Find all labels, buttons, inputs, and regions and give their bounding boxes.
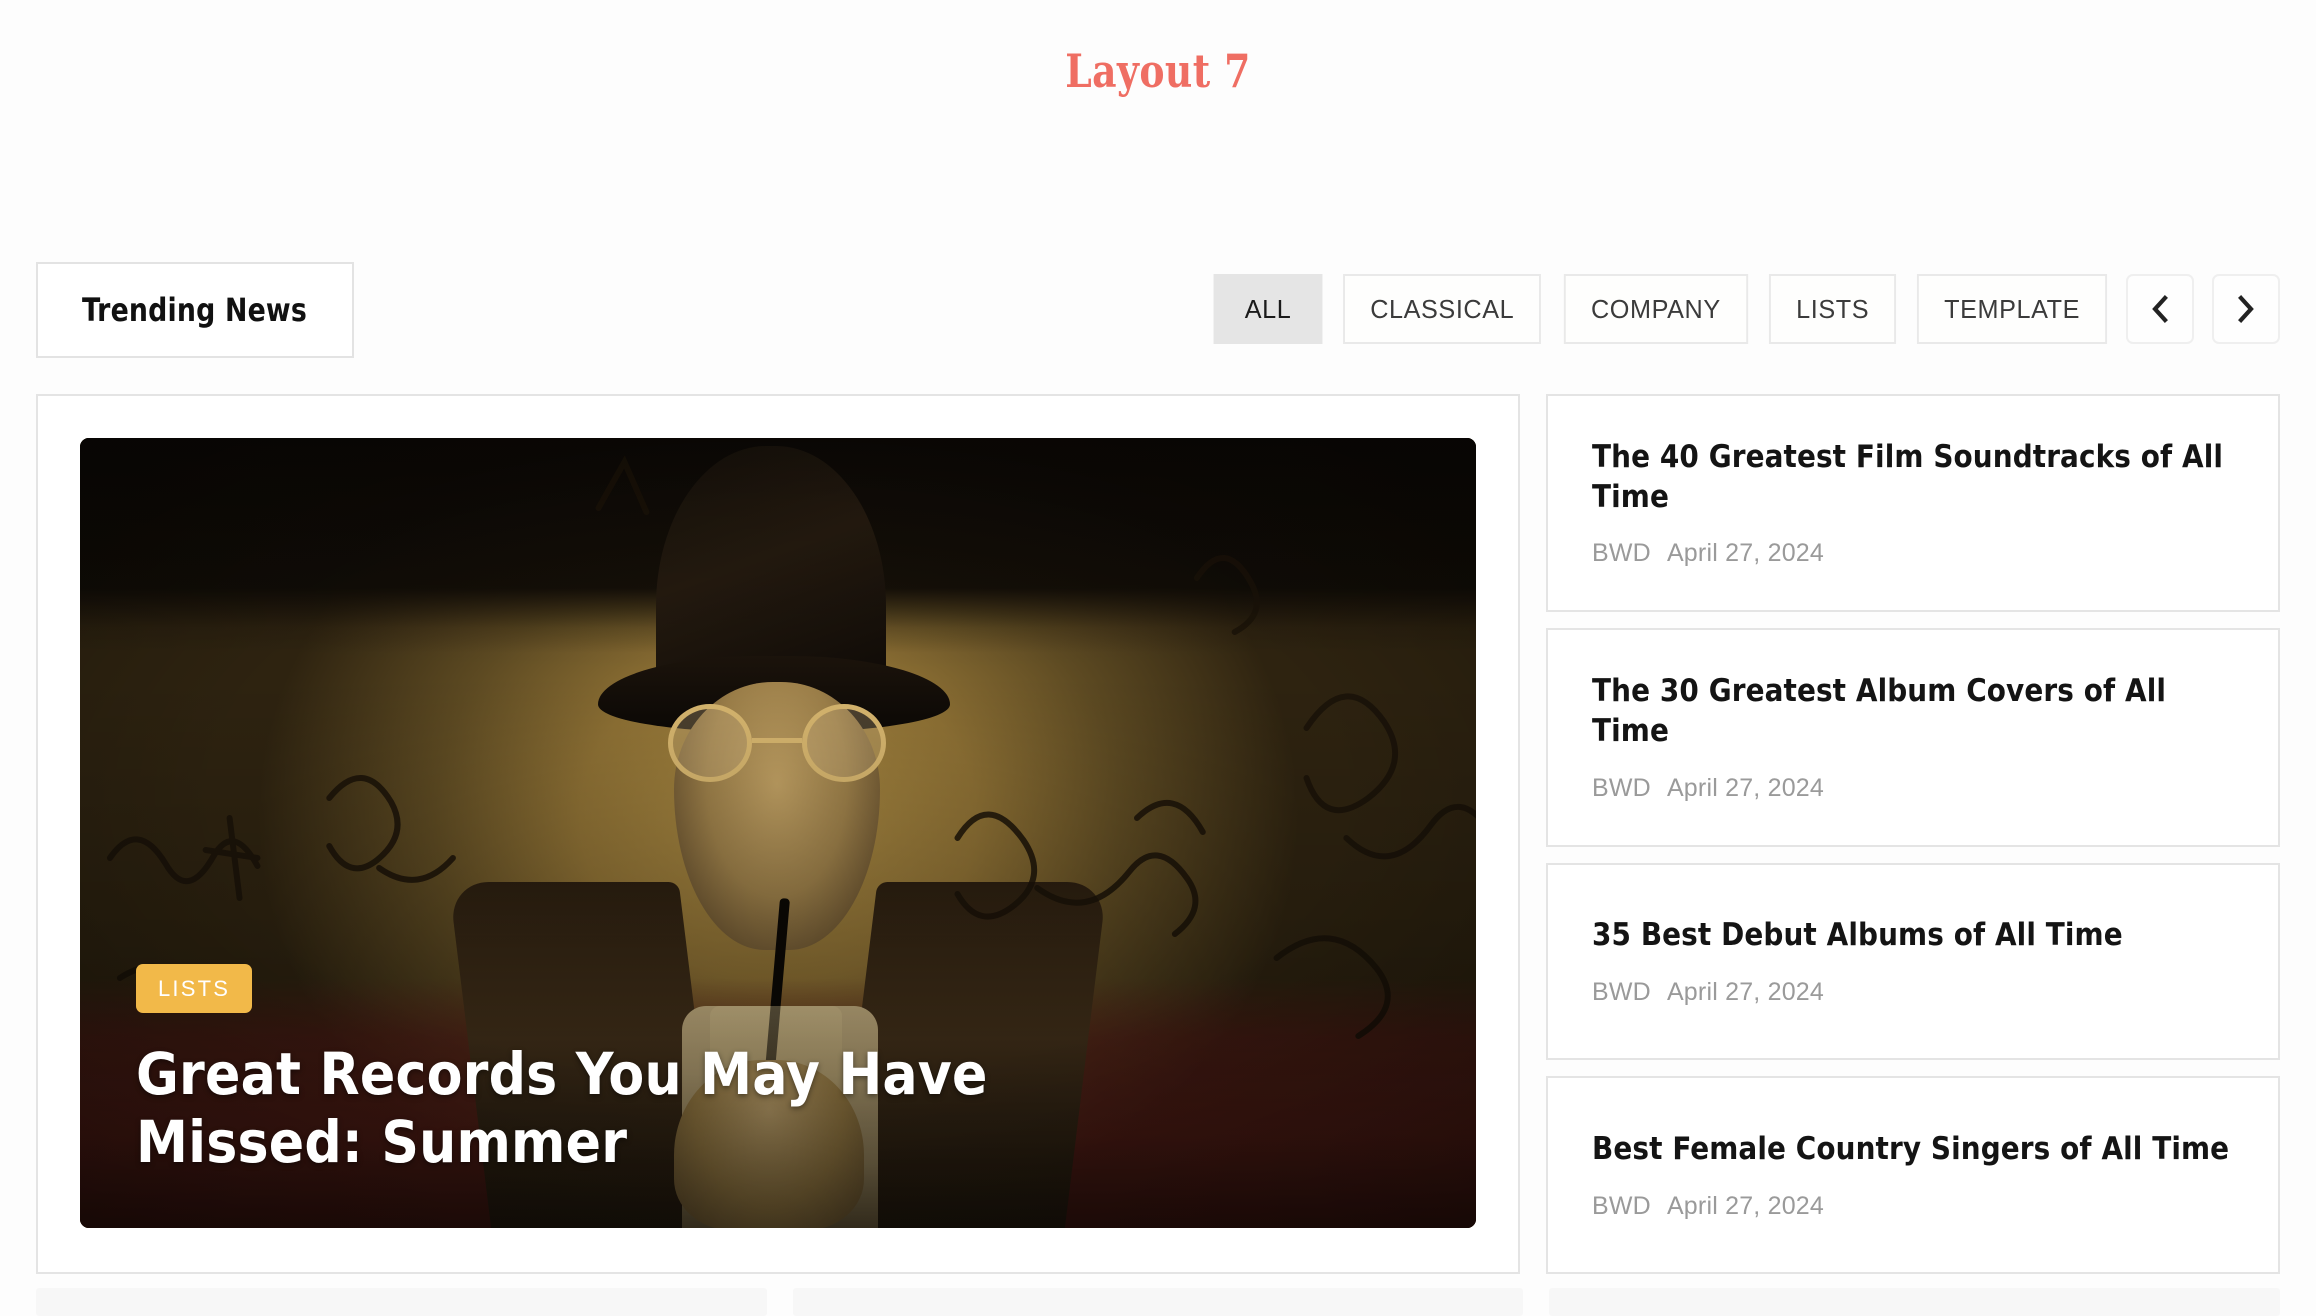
prev-slide-button[interactable]: [2126, 274, 2194, 344]
filter-tab-lists[interactable]: LISTS: [1768, 274, 1896, 344]
filter-tab-list: ALL CLASSICAL COMPANY LISTS TEMPLATE: [1212, 274, 2280, 344]
section-title: Trending News: [82, 291, 307, 329]
news-item-title[interactable]: Best Female Country Singers of All Time: [1592, 1130, 2234, 1170]
page-root: Layout 7 Trending News ALL CLASSICAL COM…: [0, 0, 2316, 1316]
chevron-right-icon: [2233, 294, 2259, 324]
news-list-item-2[interactable]: The 30 Greatest Album Covers of All Time…: [1546, 628, 2280, 847]
news-item-meta: BWD April 27, 2024: [1592, 978, 2234, 1007]
news-item-title[interactable]: The 30 Greatest Album Covers of All Time: [1592, 672, 2234, 751]
news-item-author[interactable]: BWD: [1592, 774, 1651, 803]
news-item-author[interactable]: BWD: [1592, 978, 1651, 1007]
section-title-box: Trending News: [36, 262, 354, 358]
news-item-date: April 27, 2024: [1666, 773, 1825, 802]
peek-block: [36, 1288, 767, 1316]
filter-tab-all[interactable]: ALL: [1214, 274, 1323, 344]
news-item-author[interactable]: BWD: [1592, 1192, 1651, 1221]
news-item-date: April 27, 2024: [1666, 1191, 1825, 1220]
filter-tab-template[interactable]: TEMPLATE: [1916, 274, 2108, 344]
featured-category-badge[interactable]: LISTS: [136, 964, 253, 1014]
featured-article-card[interactable]: LISTS Great Records You May Have Missed:…: [36, 394, 1520, 1274]
content-grid: LISTS Great Records You May Have Missed:…: [36, 394, 2280, 1274]
news-item-title[interactable]: The 40 Greatest Film Soundtracks of All …: [1592, 438, 2234, 517]
trending-news-list: The 40 Greatest Film Soundtracks of All …: [1546, 394, 2280, 1274]
news-item-date: April 27, 2024: [1666, 977, 1825, 1006]
news-list-item-1[interactable]: The 40 Greatest Film Soundtracks of All …: [1546, 394, 2280, 613]
news-item-author[interactable]: BWD: [1592, 539, 1651, 568]
news-list-item-4[interactable]: Best Female Country Singers of All Time …: [1546, 1076, 2280, 1274]
featured-overlay: LISTS Great Records You May Have Missed:…: [136, 964, 1356, 1176]
next-section-peek: [36, 1288, 2281, 1316]
filter-tab-classical[interactable]: CLASSICAL: [1343, 274, 1542, 344]
page-title: Layout 7: [1065, 44, 1251, 98]
news-item-meta: BWD April 27, 2024: [1592, 1192, 2234, 1221]
news-item-date: April 27, 2024: [1666, 539, 1825, 568]
chevron-left-icon: [2147, 294, 2173, 324]
peek-block: [1549, 1288, 2281, 1316]
filter-tab-company[interactable]: COMPANY: [1563, 274, 1748, 344]
peek-block: [792, 1288, 1524, 1316]
widget-header: Trending News ALL CLASSICAL COMPANY LIST…: [36, 262, 2280, 358]
featured-article-image[interactable]: LISTS Great Records You May Have Missed:…: [80, 438, 1476, 1228]
news-item-meta: BWD April 27, 2024: [1592, 539, 2234, 568]
next-slide-button[interactable]: [2212, 274, 2280, 344]
featured-article-title[interactable]: Great Records You May Have Missed: Summe…: [136, 1041, 1216, 1176]
news-item-meta: BWD April 27, 2024: [1592, 774, 2234, 803]
news-list-item-3[interactable]: 35 Best Debut Albums of All Time BWD Apr…: [1546, 862, 2280, 1061]
news-item-title[interactable]: 35 Best Debut Albums of All Time: [1592, 916, 2234, 956]
